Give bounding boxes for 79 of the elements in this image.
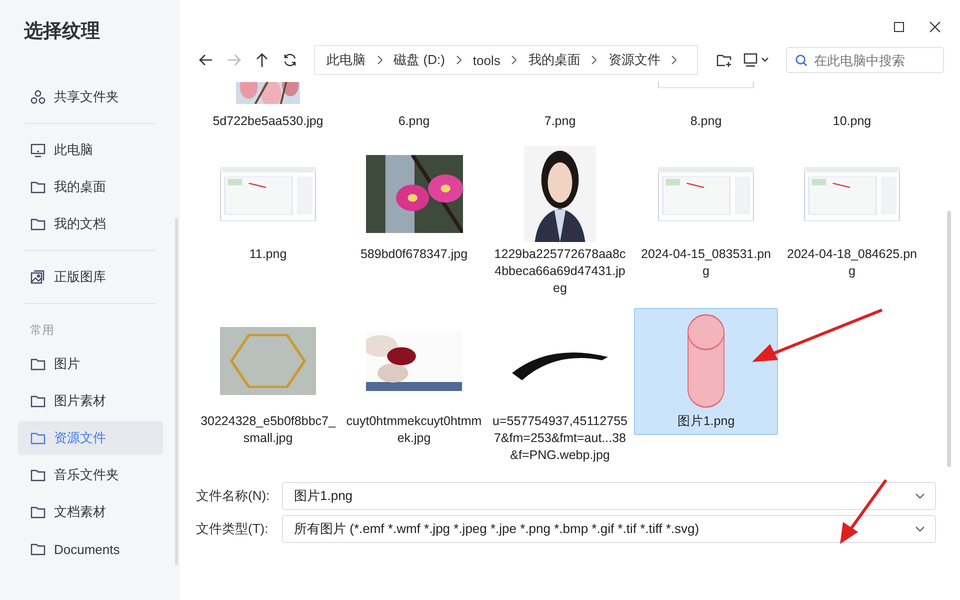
search-field[interactable]: 在此电脑中搜索 bbox=[786, 47, 944, 73]
sidebar-item[interactable]: 我的桌面 bbox=[18, 170, 163, 204]
search-icon bbox=[794, 54, 808, 67]
caret-icon bbox=[915, 493, 925, 499]
annotation-arrow bbox=[840, 479, 888, 544]
breadcrumb-item[interactable]: 磁盘 (D:) bbox=[394, 51, 445, 69]
folder-icon bbox=[30, 179, 46, 195]
sidebar-item[interactable]: 共享文件夹 bbox=[18, 80, 163, 114]
file-tile[interactable]: 30224328_e5b0f8bbc7_small.jpg bbox=[196, 308, 340, 452]
window-title: 选择纹理 bbox=[23, 20, 101, 44]
breadcrumb-item[interactable]: 资源文件 bbox=[608, 51, 660, 69]
folder-plus-icon bbox=[716, 52, 732, 68]
combo-box[interactable]: 图片1.png bbox=[282, 482, 936, 510]
chevron-icon bbox=[671, 55, 678, 65]
breadcrumb-item[interactable]: tools bbox=[472, 52, 500, 68]
folder-icon bbox=[30, 467, 46, 483]
address-bar[interactable]: 此电脑 磁盘 (D:) tools 我的桌面 资源文件 bbox=[314, 45, 698, 75]
file-name: 589bd0f678347.jpg bbox=[359, 246, 469, 263]
file-tile[interactable]: 589bd0f678347.jpg bbox=[342, 141, 486, 268]
caret-icon bbox=[915, 526, 925, 532]
file-tile[interactable]: 6.png bbox=[342, 82, 486, 135]
file-name: 6.png bbox=[397, 113, 431, 130]
file-tile[interactable]: 7.png bbox=[488, 82, 632, 135]
breadcrumb-item[interactable]: 此电脑 bbox=[326, 51, 366, 69]
arrow-icon bbox=[198, 52, 214, 68]
file-tile[interactable]: 1229ba225772678aa8c4bbeca66a69d47431.jpeg bbox=[488, 141, 632, 302]
file-name: 2024-04-15_083531.png bbox=[640, 246, 772, 280]
folder-icon bbox=[30, 356, 46, 372]
folder-icon bbox=[30, 393, 46, 409]
file-name: 5d722be5aa530.jpg bbox=[212, 113, 324, 130]
file-name: 10.png bbox=[832, 113, 872, 130]
file-name: 30224328_e5b0f8bbc7_small.jpg bbox=[200, 413, 336, 447]
file-tile[interactable]: 图片1.png bbox=[634, 308, 778, 435]
file-name: 2024-04-18_084625.png bbox=[786, 246, 918, 280]
file-name: 11.png bbox=[248, 246, 288, 263]
chevron-icon bbox=[511, 55, 518, 65]
file-name: cuyt0htmmekcuyt0htmmek.jpg bbox=[346, 413, 482, 447]
arrow-icon bbox=[226, 52, 242, 68]
sidebar-item[interactable]: 图片 bbox=[18, 347, 163, 381]
file-tile[interactable]: 8.png bbox=[634, 82, 778, 135]
chevron-icon bbox=[376, 55, 383, 65]
file-name: 1229ba225772678aa8c4bbeca66a69d47431.jpeg bbox=[493, 246, 627, 297]
chevron-icon bbox=[456, 55, 462, 65]
sidebar-item[interactable]: 我的文档 bbox=[18, 207, 163, 241]
sidebar-item[interactable]: 正版图库 bbox=[18, 260, 163, 294]
sidebar-item[interactable]: 文档素材 bbox=[18, 495, 163, 529]
sidebar-item[interactable]: 此电脑 bbox=[18, 133, 163, 167]
share-icon bbox=[30, 89, 46, 105]
sidebar-item[interactable]: 图片素材 bbox=[18, 384, 163, 418]
breadcrumb-item[interactable]: 我的桌面 bbox=[528, 51, 580, 69]
file-tile[interactable]: 11.png bbox=[196, 141, 340, 268]
folder-icon bbox=[30, 504, 46, 520]
section-header: 常用 bbox=[29, 322, 55, 339]
file-tile[interactable]: 5d722be5aa530.jpg bbox=[196, 82, 340, 135]
maximize-icon bbox=[893, 21, 905, 33]
file-tile[interactable]: 2024-04-18_084625.png bbox=[780, 141, 924, 285]
sidebar-item[interactable]: Documents bbox=[18, 532, 163, 566]
chevron-icon bbox=[591, 55, 598, 65]
sidebar-item[interactable]: 音乐文件夹 bbox=[18, 458, 163, 492]
file-name: 8.png bbox=[689, 113, 723, 130]
field-label: 文件名称(N): bbox=[196, 487, 271, 505]
file-tile[interactable]: 10.png bbox=[780, 82, 924, 135]
refresh-icon bbox=[282, 52, 298, 68]
close-icon bbox=[929, 21, 941, 33]
file-tile[interactable]: 2024-04-15_083531.png bbox=[634, 141, 778, 285]
folder-icon bbox=[30, 430, 46, 446]
folder-icon bbox=[30, 216, 46, 232]
field-label: 文件类型(T): bbox=[196, 520, 270, 538]
combo-box[interactable]: 所有图片 (*.emf *.wmf *.jpg *.jpeg *.jpe *.png *.bmp *.gif *.tif *.tiff *.svg) bbox=[282, 515, 936, 543]
file-tile[interactable]: cuyt0htmmekcuyt0htmmek.jpg bbox=[342, 308, 486, 452]
scrollbar[interactable] bbox=[947, 211, 951, 467]
file-tile[interactable]: u=557754937,451127557&fm=253&fmt=aut...38&f=PNG.webp.jpg bbox=[488, 308, 632, 469]
monitor-icon bbox=[743, 52, 772, 68]
file-name: 7.png bbox=[543, 113, 577, 130]
file-name: u=557754937,451127557&fm=253&fmt=aut...38&f=PNG.webp.jpg bbox=[492, 413, 628, 464]
gallery-icon bbox=[30, 269, 46, 285]
folder-icon bbox=[30, 541, 46, 557]
file-name: 图片1.png bbox=[676, 413, 736, 430]
monitor-icon bbox=[30, 142, 46, 158]
